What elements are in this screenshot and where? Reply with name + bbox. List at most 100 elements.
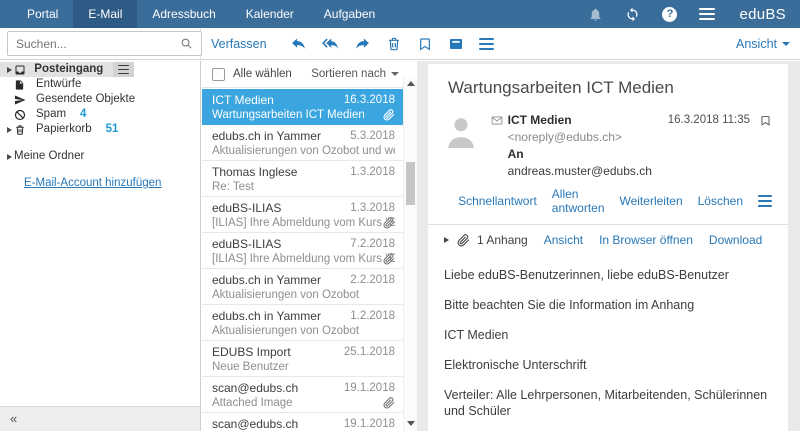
attachment-view-link[interactable]: Ansicht [544, 233, 583, 247]
body-paragraph: Liebe eduBS-Benutzerinnen, liebe eduBS-B… [444, 267, 772, 283]
mail-list-item[interactable]: eduBS-ILIAS [ILIAS] Ihre Abmeldung vom K… [202, 233, 403, 269]
reply-icon[interactable] [290, 35, 307, 52]
mail-list-item[interactable]: edubs.ch in Yammer Aktualisierungen von … [202, 305, 403, 341]
mail-list-pane: Alle wählen Sortieren nach ICT Medien Wa… [202, 61, 417, 431]
mail-subject: Wartungsarbeiten ICT Medien [212, 108, 395, 123]
attachment-count-label: 1 Anhang [477, 233, 528, 247]
expand-caret-icon[interactable] [7, 67, 12, 73]
envelope-icon [490, 112, 508, 180]
sidebar-folder-drafts[interactable]: Entwürfe [0, 77, 200, 92]
mail-list-item[interactable]: ICT Medien Wartungsarbeiten ICT Medien 1… [202, 89, 403, 125]
sidebar-folder-myfolders[interactable]: Meine Ordner [0, 149, 200, 164]
message-actions: Schnellantwort Allen antworten Weiterlei… [444, 187, 772, 215]
chevron-down-icon [782, 42, 790, 46]
tab-aufgaben[interactable]: Aufgaben [309, 0, 390, 28]
folder-label: Entwürfe [36, 77, 81, 92]
send-icon [14, 94, 36, 106]
top-navigation-bar: Portal E-Mail Adressbuch Kalender Aufgab… [0, 0, 800, 28]
mail-date: 19.1.2018 [344, 382, 395, 395]
paperclip-icon [383, 217, 395, 229]
attachment-download-link[interactable]: Download [709, 233, 762, 247]
draft-file-icon [14, 79, 36, 91]
message-header: ICT Medien <noreply@edubs.ch> An andreas… [444, 112, 772, 180]
refresh-icon[interactable] [625, 7, 640, 22]
block-icon [14, 109, 36, 121]
tab-portal[interactable]: Portal [12, 0, 73, 28]
forward-link[interactable]: Weiterleiten [619, 194, 682, 208]
folder-label: Posteingang [34, 62, 103, 77]
search-area [0, 28, 201, 59]
from-email: <noreply@edubs.ch> [508, 130, 622, 144]
search-input[interactable] [8, 37, 179, 51]
mail-list-item[interactable]: scan@edubs.ch Attached Image 19.1.2018 [202, 377, 403, 413]
menu-icon[interactable] [699, 7, 715, 22]
paperclip-icon [457, 234, 470, 247]
from-name: ICT Medien [508, 113, 572, 127]
attachment-open-browser-link[interactable]: In Browser öffnen [599, 233, 693, 247]
collapse-sidebar-button[interactable]: « [10, 411, 17, 426]
scroll-up-arrow-icon[interactable] [407, 81, 415, 86]
message-menu-icon[interactable] [758, 194, 772, 209]
reply-all-icon[interactable] [322, 35, 339, 52]
reading-pane: Wartungsarbeiten ICT Medien ICT Medien <… [417, 61, 800, 431]
folder-label: Meine Ordner [14, 149, 84, 164]
scrollbar-thumb[interactable] [406, 162, 415, 205]
mail-list-item[interactable]: Thomas Inglese Re: Test 1.3.2018 [202, 161, 403, 197]
scroll-down-arrow-icon[interactable] [407, 421, 415, 426]
mail-list-item[interactable]: edubs.ch in Yammer Aktualisierungen von … [202, 125, 403, 161]
expand-attachments-caret-icon[interactable] [444, 237, 449, 243]
sidebar-folder-trash[interactable]: Papierkorb 51 [0, 122, 200, 137]
mail-date: 2.2.2018 [350, 274, 395, 287]
delete-icon[interactable] [386, 36, 402, 52]
mail-date: 1.3.2018 [350, 166, 395, 179]
folder-label: Spam [36, 107, 66, 122]
compose-button[interactable]: Verfassen [211, 37, 267, 51]
quick-reply-link[interactable]: Schnellantwort [458, 194, 537, 208]
message-title: Wartungsarbeiten ICT Medien [448, 78, 768, 98]
sidebar-footer: « [0, 406, 200, 431]
sidebar-folder-inbox[interactable]: Posteingang [0, 62, 134, 77]
archive-icon[interactable] [448, 36, 464, 52]
mail-date: 25.1.2018 [344, 346, 395, 359]
expand-caret-icon[interactable] [7, 127, 12, 133]
folder-menu-button[interactable] [113, 62, 134, 77]
list-options-icon[interactable] [479, 36, 494, 51]
unread-count: 4 [80, 107, 86, 122]
mail-list-scrollbar[interactable] [403, 77, 417, 431]
mail-list-header: Alle wählen Sortieren nach [202, 61, 417, 88]
tab-email[interactable]: E-Mail [73, 0, 137, 28]
forward-icon[interactable] [354, 35, 371, 52]
mail-date: 7.2.2018 [350, 238, 395, 251]
mail-date: 1.3.2018 [350, 202, 395, 215]
unread-count: 51 [106, 122, 119, 137]
paperclip-icon [383, 253, 395, 265]
select-all-checkbox[interactable] [212, 68, 225, 81]
flag-bookmark-icon[interactable] [759, 114, 772, 127]
expand-caret-icon[interactable] [7, 154, 12, 160]
attachment-row: 1 Anhang Ansicht In Browser öffnen Downl… [428, 225, 788, 255]
bell-icon[interactable] [588, 7, 603, 22]
body-paragraph: Bitte beachten Sie die Information im An… [444, 297, 772, 313]
tab-adressbuch[interactable]: Adressbuch [137, 0, 230, 28]
mail-list-item[interactable]: edubs.ch in Yammer Aktualisierungen von … [202, 269, 403, 305]
search-icon[interactable] [179, 36, 194, 51]
body-paragraph: Elektronische Unterschrift [444, 357, 772, 373]
view-menu[interactable]: Ansicht [736, 37, 800, 51]
mail-list-item[interactable]: scan@edubs.ch 19.1.2018 [202, 413, 403, 431]
mail-list-item[interactable]: EDUBS Import Neue Benutzer 25.1.2018 [202, 341, 403, 377]
sidebar-folder-sent[interactable]: Gesendete Objekte [0, 92, 200, 107]
delete-link[interactable]: Löschen [698, 194, 743, 208]
sidebar-folder-spam[interactable]: Spam 4 [0, 107, 200, 122]
reply-all-link[interactable]: Allen antworten [552, 187, 605, 215]
topbar-actions: ? eduBS [566, 0, 800, 28]
bookmark-icon[interactable] [417, 36, 433, 52]
mail-date: 5.3.2018 [350, 130, 395, 143]
tab-kalender[interactable]: Kalender [231, 0, 309, 28]
folder-label: Papierkorb [36, 122, 92, 137]
mail-date: 16.3.2018 [344, 94, 395, 107]
sort-menu[interactable]: Sortieren nach [311, 68, 399, 80]
add-email-account-link[interactable]: E-Mail-Account hinzufügen [24, 177, 161, 189]
help-icon[interactable]: ? [662, 7, 677, 22]
main-area: Posteingang Entwürfe Gesendete Objekte [0, 61, 800, 431]
mail-list-item[interactable]: eduBS-ILIAS [ILIAS] Ihre Abmeldung vom K… [202, 197, 403, 233]
